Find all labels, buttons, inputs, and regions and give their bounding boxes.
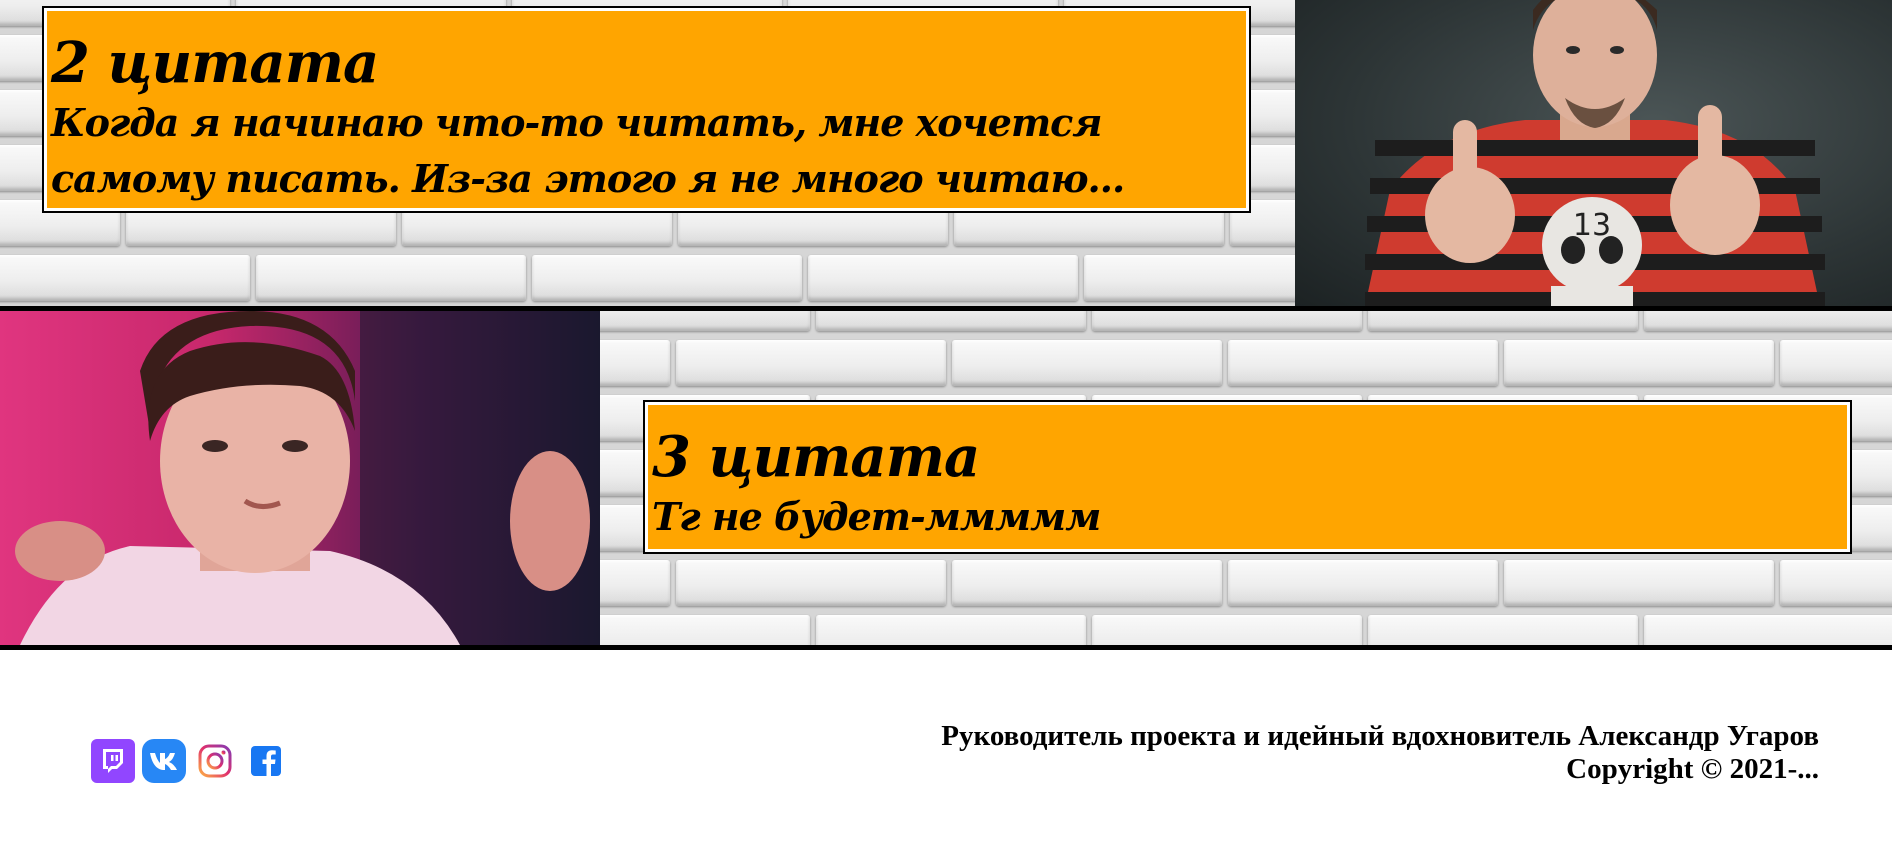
footer: Руководитель проекта и идейный вдохновит… (0, 650, 1892, 864)
instagram-icon[interactable] (193, 739, 237, 783)
social-links (91, 739, 288, 783)
quote-text: Когда я начинаю что-то читать, мне хочет… (51, 100, 1125, 201)
quote-title: 3 цитата (652, 424, 980, 490)
quote-section-3: 3 цитата Тг не будет-ммммм (0, 311, 1892, 650)
footer-credits: Руководитель проекта и идейный вдохновит… (941, 720, 1819, 786)
vk-icon[interactable] (142, 739, 186, 783)
quote-title: 2 цитата (51, 30, 379, 96)
footer-copyright: Copyright © 2021-... (1566, 753, 1819, 785)
quote-card-2: 2 цитата Когда я начинаю что-то читать, … (42, 6, 1251, 213)
quote-card-3: 3 цитата Тг не будет-ммммм (643, 400, 1852, 554)
photo-young-man (0, 311, 600, 645)
photo-man-thumbs-up: 13 (1295, 0, 1892, 306)
quote-text: Тг не будет-ммммм (652, 494, 1101, 539)
facebook-icon[interactable] (244, 739, 288, 783)
footer-author: Руководитель проекта и идейный вдохновит… (941, 720, 1819, 752)
svg-text:13: 13 (1573, 208, 1611, 243)
twitch-icon[interactable] (91, 739, 135, 783)
quote-section-2: 2 цитата Когда я начинаю что-то читать, … (0, 0, 1892, 311)
